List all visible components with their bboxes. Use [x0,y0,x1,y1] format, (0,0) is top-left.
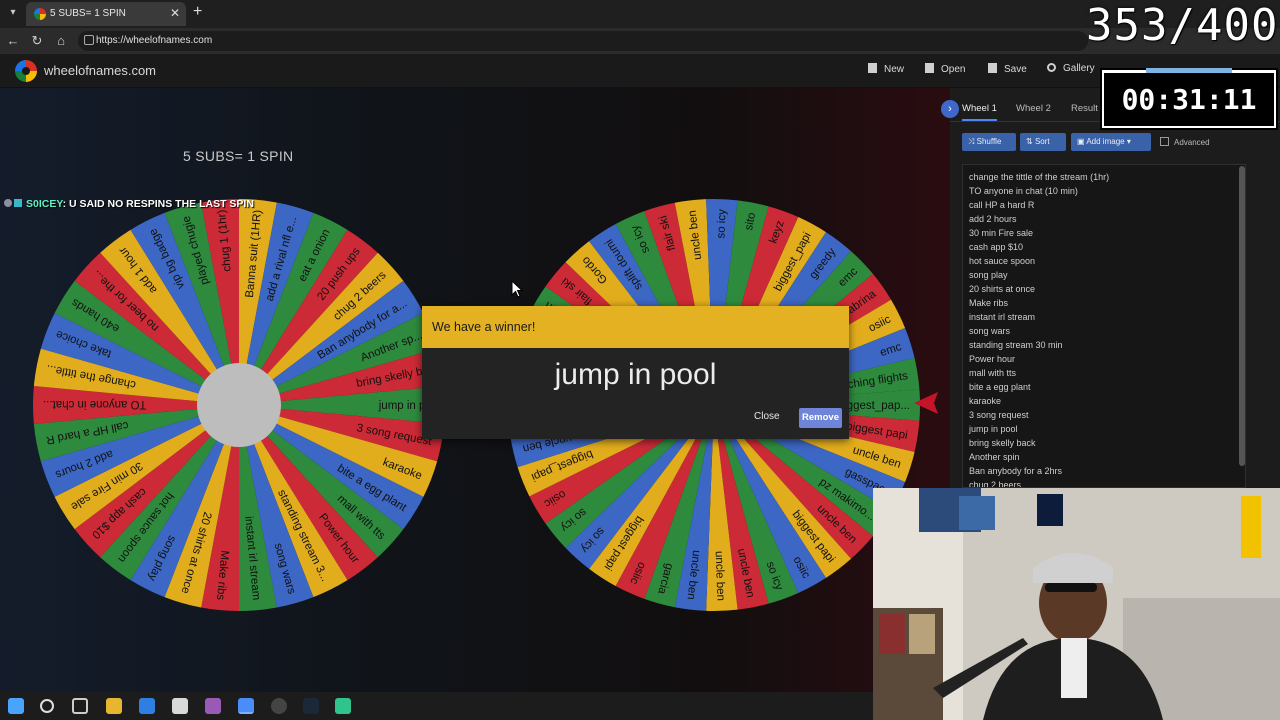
entry-line: 30 min Fire sale [969,228,1034,238]
entry-line: song wars [969,326,1011,336]
stream-timer: 00:31:11 [1104,73,1274,126]
collapse-panel-icon[interactable]: › [941,100,959,118]
dialog-header: We have a winner! [422,306,849,348]
wheel-segment-label: so icy [715,209,728,239]
sub-goal-counter: 353/400 [1086,0,1279,51]
wheel-segment-label: TO anyone in chat... [43,398,146,410]
entry-line: 3 song request [969,410,1029,420]
wheel-1[interactable]: jump in p...3 song requestkaraokebite a … [30,196,448,614]
spin-rule-title: 5 SUBS= 1 SPIN [183,148,294,164]
entry-line: chug 2 beers [969,480,1022,488]
chat-overlay: S0ICEY: U SAID NO RESPINS THE LAST SPIN [4,198,254,210]
folder-icon [925,63,934,73]
webcam-image [873,488,1280,720]
chat-username: S0ICEY [26,198,63,210]
entry-line: jump in pool [969,424,1018,434]
entry-line: hot sauce spoon [969,256,1036,266]
entry-line: cash app $10 [969,242,1024,252]
browser-tab[interactable]: 5 SUBS= 1 SPIN ✕ [26,2,186,26]
start-icon[interactable] [8,698,24,714]
entry-line: Another spin [969,452,1020,462]
sort-button[interactable]: ⇅ Sort [1020,133,1066,151]
reload-button[interactable]: ↻ [28,32,46,50]
shuffle-button[interactable]: ⤨ Shuffle [962,133,1016,151]
screen: ▾ 5 SUBS= 1 SPIN ✕ + ← ↻ ⌂ https://wheel… [0,0,1280,720]
entries-textarea[interactable]: change the tittle of the stream (1hr) TO … [962,164,1246,488]
add-image-button[interactable]: ▣ Add image ▾ [1071,133,1151,151]
entry-line: change the tittle of the stream (1hr) [969,172,1110,182]
tab-list-button[interactable]: ▾ [4,4,22,22]
entry-line: TO anyone in chat (10 min) [969,186,1078,196]
wheel-hub[interactable] [197,363,281,447]
tab-title: 5 SUBS= 1 SPIN [50,8,126,19]
entry-line: standing stream 30 min [969,340,1063,350]
url-text: https://wheelofnames.com [96,35,213,46]
entry-line: bite a egg plant [969,382,1031,392]
file-icon [868,63,877,73]
store-icon[interactable] [172,698,188,714]
entry-line: song play [969,270,1008,280]
chat-message: : U SAID NO RESPINS THE LAST SPIN [62,198,254,210]
entry-line: mall with tts [969,368,1017,378]
open-button[interactable]: Open [925,63,965,75]
close-tab-icon[interactable]: ✕ [170,6,180,20]
task-view-icon[interactable] [72,698,88,714]
gallery-button[interactable]: Gallery [1047,63,1095,74]
save-icon [988,63,997,73]
url-input[interactable]: https://wheelofnames.com [78,31,1088,51]
home-button[interactable]: ⌂ [52,32,70,50]
windows-taskbar [0,692,873,720]
entry-line: bring skelly back [969,438,1036,448]
steam-icon[interactable] [303,698,319,714]
tab-wheel-1[interactable]: Wheel 1 [962,103,997,121]
dialog-title: We have a winner! [432,320,536,334]
browser-active-icon[interactable] [238,698,254,714]
edge-icon[interactable] [139,698,155,714]
site-header: wheelofnames.com New Open Save Gallery [0,54,1280,88]
save-button[interactable]: Save [988,63,1027,75]
mouse-cursor-icon [511,280,523,298]
entry-line: instant irl stream [969,312,1036,322]
remove-button[interactable]: Remove [799,408,842,428]
entry-line: 20 shirts at once [969,284,1036,294]
site-logo-icon [15,60,37,82]
entries-scrollbar[interactable] [1239,166,1245,466]
winner-name: jump in pool [554,358,717,391]
search-icon [1047,63,1056,72]
checkbox-icon [1160,137,1169,146]
winner-dialog: We have a winner! jump in pool Close Rem… [422,306,849,439]
entry-line: call HP a hard R [969,200,1035,210]
tab-result[interactable]: Result [1071,103,1098,114]
wheel-pointer-icon [914,392,938,414]
lock-icon [84,35,94,45]
chat-badge-icon [4,199,12,207]
tab-wheel-2[interactable]: Wheel 2 [1016,103,1051,114]
back-button[interactable]: ← [4,32,22,50]
app-icon[interactable] [205,698,221,714]
tab-favicon-icon [34,8,46,20]
advanced-checkbox[interactable]: Advanced [1160,137,1210,147]
search-icon[interactable] [40,699,54,713]
webcam-feed [873,488,1280,720]
site-name[interactable]: wheelofnames.com [44,63,156,78]
obs-icon[interactable] [271,698,287,714]
wheel-segment-label: uncle ben [713,551,727,601]
file-explorer-icon[interactable] [106,698,122,714]
entry-line: Make ribs [969,298,1009,308]
chat-badge-icon [14,199,22,207]
new-button[interactable]: New [868,63,904,75]
new-tab-button[interactable]: + [193,3,202,21]
entry-line: Power hour [969,354,1016,364]
entry-line: Ban anybody for a 2hrs [969,466,1063,476]
chat-app-icon[interactable] [335,698,351,714]
entry-line: karaoke [969,396,1002,406]
entry-line: add 2 hours [969,214,1017,224]
close-button[interactable]: Close [754,411,780,422]
